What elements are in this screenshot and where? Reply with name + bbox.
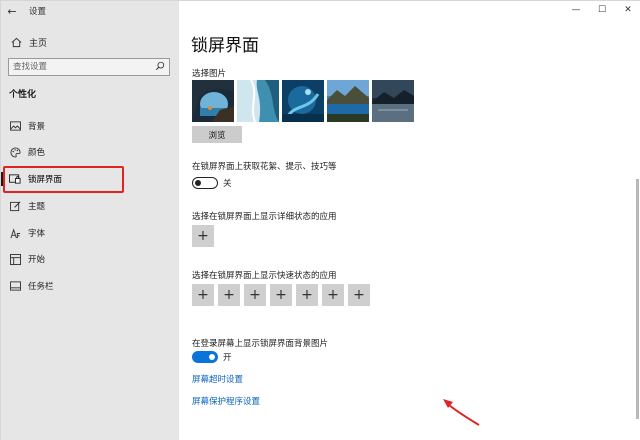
add-quick-status-app-button[interactable]: + <box>192 284 214 306</box>
toggle-knob <box>209 353 215 360</box>
search-input[interactable] <box>13 62 143 72</box>
add-quick-status-app-button[interactable]: + <box>322 284 344 306</box>
detailed-status-label: 选择在锁屏界面上显示详细状态的应用 <box>192 212 337 222</box>
choose-picture-label: 选择图片 <box>192 69 227 79</box>
close-button[interactable]: ✕ <box>615 1 640 19</box>
sidebar-item-label: 背景 <box>28 122 46 132</box>
quick-status-label: 选择在锁屏界面上显示快速状态的应用 <box>192 271 337 281</box>
thumbnail-cave-beach[interactable] <box>192 80 234 122</box>
sidebar-item-start[interactable]: 开始 <box>1 248 179 270</box>
scrollbar[interactable] <box>636 179 639 419</box>
screensaver-settings-link[interactable]: 屏幕保护程序设置 <box>192 395 260 407</box>
selected-indicator <box>1 172 4 186</box>
sidebar-item-label: 字体 <box>28 229 46 239</box>
fun-facts-toggle-row: 关 <box>192 177 232 189</box>
taskbar-icon <box>8 281 22 291</box>
fun-facts-toggle[interactable] <box>192 177 218 189</box>
signin-background-toggle-row: 开 <box>192 351 232 363</box>
toggle-knob <box>195 179 201 186</box>
screen-timeout-settings-link[interactable]: 屏幕超时设置 <box>192 373 243 385</box>
add-quick-status-app-button[interactable]: + <box>270 284 292 306</box>
sidebar-item-taskbar[interactable]: 任务栏 <box>1 275 179 297</box>
start-icon <box>8 253 22 265</box>
minimize-button[interactable]: — <box>563 1 589 19</box>
add-quick-status-app-button[interactable]: + <box>218 284 240 306</box>
window-controls: — ☐ ✕ <box>563 1 640 19</box>
add-quick-status-app-button[interactable]: + <box>348 284 370 306</box>
palette-icon <box>8 146 22 158</box>
thumbnail-aerial-coast[interactable] <box>237 80 279 122</box>
browse-button[interactable]: 浏览 <box>192 126 242 143</box>
font-icon <box>8 227 22 239</box>
search-box[interactable] <box>8 58 170 76</box>
add-detailed-status-app-button[interactable]: + <box>192 225 214 247</box>
lock-screen-icon <box>8 174 22 184</box>
quick-status-apps: + + + + + + + <box>192 284 370 306</box>
signin-background-toggle-state: 开 <box>223 353 232 363</box>
image-icon <box>8 121 22 131</box>
theme-icon <box>8 201 22 212</box>
back-button[interactable]: ← <box>1 1 23 21</box>
sidebar-item-home[interactable]: 主页 <box>1 33 179 51</box>
section-heading: 个性化 <box>9 90 37 100</box>
sidebar-item-label: 任务栏 <box>28 282 54 292</box>
signin-background-label: 在登录屏幕上显示锁屏界面背景图片 <box>192 339 329 349</box>
sidebar-item-label: 颜色 <box>28 148 46 158</box>
home-icon <box>9 37 23 48</box>
sidebar-item-label: 开始 <box>28 255 46 265</box>
picture-thumbnails <box>192 80 414 122</box>
window-title: 设置 <box>29 7 47 17</box>
settings-window: ← 设置 主页 个性化 背景 颜色 <box>0 0 640 440</box>
thumbnail-night-lake[interactable] <box>372 80 414 122</box>
sidebar-item-colors[interactable]: 颜色 <box>1 141 179 163</box>
main-panel: — ☐ ✕ 锁屏界面 选择图片 浏览 在锁屏界面上获取花絮、提示、技巧等 关 选… <box>179 1 640 440</box>
sidebar-item-background[interactable]: 背景 <box>1 115 179 137</box>
thumbnail-mountain-lake[interactable] <box>327 80 369 122</box>
sidebar-item-label: 锁屏界面 <box>28 175 63 185</box>
maximize-button[interactable]: ☐ <box>589 1 615 19</box>
fun-facts-label: 在锁屏界面上获取花絮、提示、技巧等 <box>192 162 337 172</box>
sidebar-item-fonts[interactable]: 字体 <box>1 222 179 244</box>
add-quick-status-app-button[interactable]: + <box>244 284 266 306</box>
sidebar-item-themes[interactable]: 主题 <box>1 195 179 217</box>
sidebar: ← 设置 主页 个性化 背景 颜色 <box>1 1 179 440</box>
search-icon[interactable] <box>155 61 165 74</box>
signin-background-toggle[interactable] <box>192 351 218 363</box>
sidebar-item-label: 主题 <box>28 202 46 212</box>
red-arrow-annotation <box>443 399 480 426</box>
sidebar-item-lock-screen[interactable]: 锁屏界面 <box>1 168 179 190</box>
page-title: 锁屏界面 <box>191 36 259 56</box>
add-quick-status-app-button[interactable]: + <box>296 284 318 306</box>
thumbnail-underwater[interactable] <box>282 80 324 122</box>
title-bar: ← 设置 <box>1 1 179 21</box>
fun-facts-toggle-state: 关 <box>223 179 232 189</box>
home-label: 主页 <box>29 38 48 49</box>
